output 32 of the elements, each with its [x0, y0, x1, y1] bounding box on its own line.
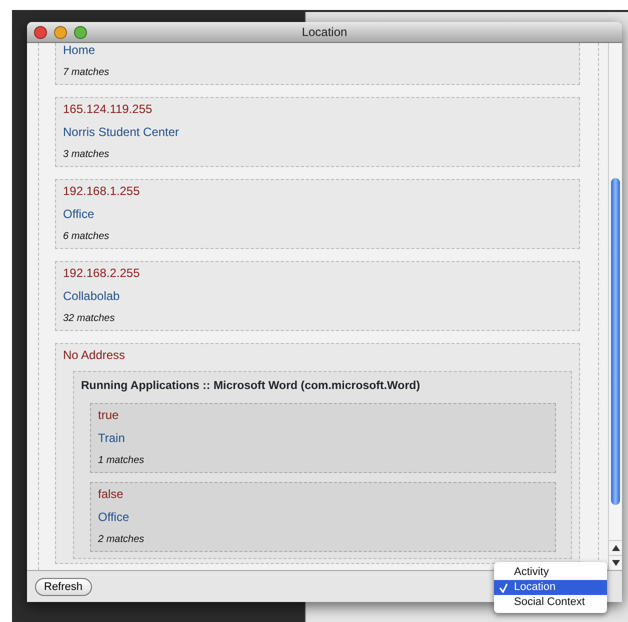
location-label: Office — [98, 510, 130, 524]
match-count: 32 matches — [63, 312, 116, 326]
location-label: Norris Student Center — [63, 125, 180, 139]
menu-item[interactable]: Activity — [494, 565, 607, 580]
rule-group-title: Running Applications :: Microsoft Word (com.microsoft.Word) — [81, 379, 422, 394]
close-icon[interactable] — [34, 26, 47, 38]
window-title: Location — [302, 24, 348, 41]
location-label: Train — [98, 431, 126, 445]
menu-item[interactable]: Social Context — [494, 595, 607, 610]
match-count: 7 matches — [63, 66, 110, 80]
location-label: Collabolab — [63, 289, 121, 303]
rule-value: true — [98, 408, 120, 422]
up-arrow-icon[interactable] — [612, 545, 620, 551]
scroll-bar[interactable] — [608, 43, 622, 570]
scroll-thumb[interactable] — [611, 178, 620, 505]
minimize-icon[interactable] — [54, 26, 67, 38]
match-count: 1 matches — [98, 454, 146, 468]
checkmark-icon — [499, 582, 508, 592]
address-text: 192.168.1.255 — [63, 184, 141, 198]
menu-item[interactable]: Location — [494, 580, 607, 595]
zoom-icon[interactable] — [74, 26, 87, 38]
refresh-button[interactable]: Refresh — [35, 578, 92, 596]
address-text: No Address — [63, 348, 126, 362]
rule-value: false — [98, 487, 124, 501]
down-arrow-icon[interactable] — [612, 560, 620, 566]
address-text: 165.124.119.255 — [63, 102, 154, 116]
location-label: Home — [63, 43, 96, 57]
match-count: 2 matches — [98, 533, 146, 547]
match-count: 3 matches — [63, 148, 110, 162]
address-text: 192.168.2.255 — [63, 266, 141, 280]
match-count: 6 matches — [63, 230, 110, 244]
location-label: Office — [63, 207, 96, 221]
